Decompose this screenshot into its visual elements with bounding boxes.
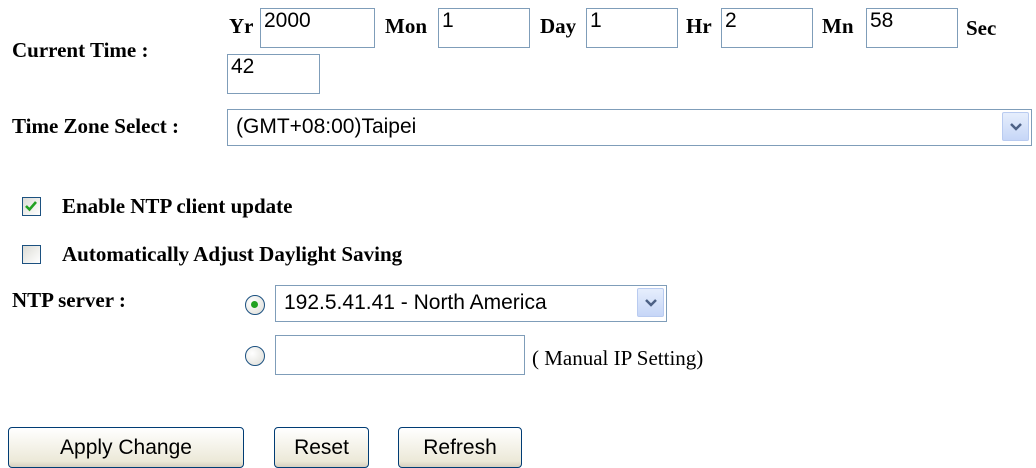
chevron-down-icon[interactable]: [1002, 112, 1029, 141]
minute-input[interactable]: 58: [866, 8, 958, 48]
timezone-select[interactable]: (GMT+08:00)Taipei: [227, 109, 1032, 146]
hour-input[interactable]: 2: [721, 8, 813, 48]
current-time-label: Current Time :: [12, 38, 149, 62]
ntp-preset-radio[interactable]: [245, 295, 265, 315]
radio-selected-dot-icon: [251, 301, 258, 308]
second-input[interactable]: 42: [227, 54, 320, 94]
check-icon: [25, 201, 37, 212]
ntp-server-selected-value: 192.5.41.41 - North America: [284, 291, 547, 314]
timezone-selected-value: (GMT+08:00)Taipei: [236, 115, 417, 138]
year-label: Yr: [229, 14, 254, 38]
year-input[interactable]: 2000: [260, 8, 375, 48]
ntp-manual-radio[interactable]: [245, 346, 265, 366]
ntp-server-label: NTP server :: [12, 288, 126, 312]
day-label: Day: [540, 14, 577, 38]
chevron-down-icon[interactable]: [637, 288, 664, 317]
month-input[interactable]: 1: [438, 8, 530, 48]
daylight-saving-checkbox[interactable]: [22, 245, 41, 264]
manual-ip-hint: ( Manual IP Setting): [532, 346, 704, 370]
enable-ntp-label: Enable NTP client update: [62, 194, 293, 218]
refresh-button[interactable]: Refresh: [398, 427, 522, 468]
reset-button[interactable]: Reset: [274, 427, 369, 468]
daylight-saving-label: Automatically Adjust Daylight Saving: [62, 242, 403, 266]
hour-label: Hr: [686, 14, 712, 38]
apply-change-button[interactable]: Apply Change: [8, 427, 244, 468]
manual-ip-input[interactable]: [275, 335, 525, 375]
day-input[interactable]: 1: [586, 8, 678, 48]
second-label: Sec: [966, 16, 997, 40]
ntp-server-select[interactable]: 192.5.41.41 - North America: [275, 285, 667, 322]
month-label: Mon: [385, 14, 427, 38]
timezone-label: Time Zone Select :: [12, 114, 179, 138]
minute-label: Mn: [822, 14, 854, 38]
enable-ntp-checkbox[interactable]: [22, 197, 41, 216]
